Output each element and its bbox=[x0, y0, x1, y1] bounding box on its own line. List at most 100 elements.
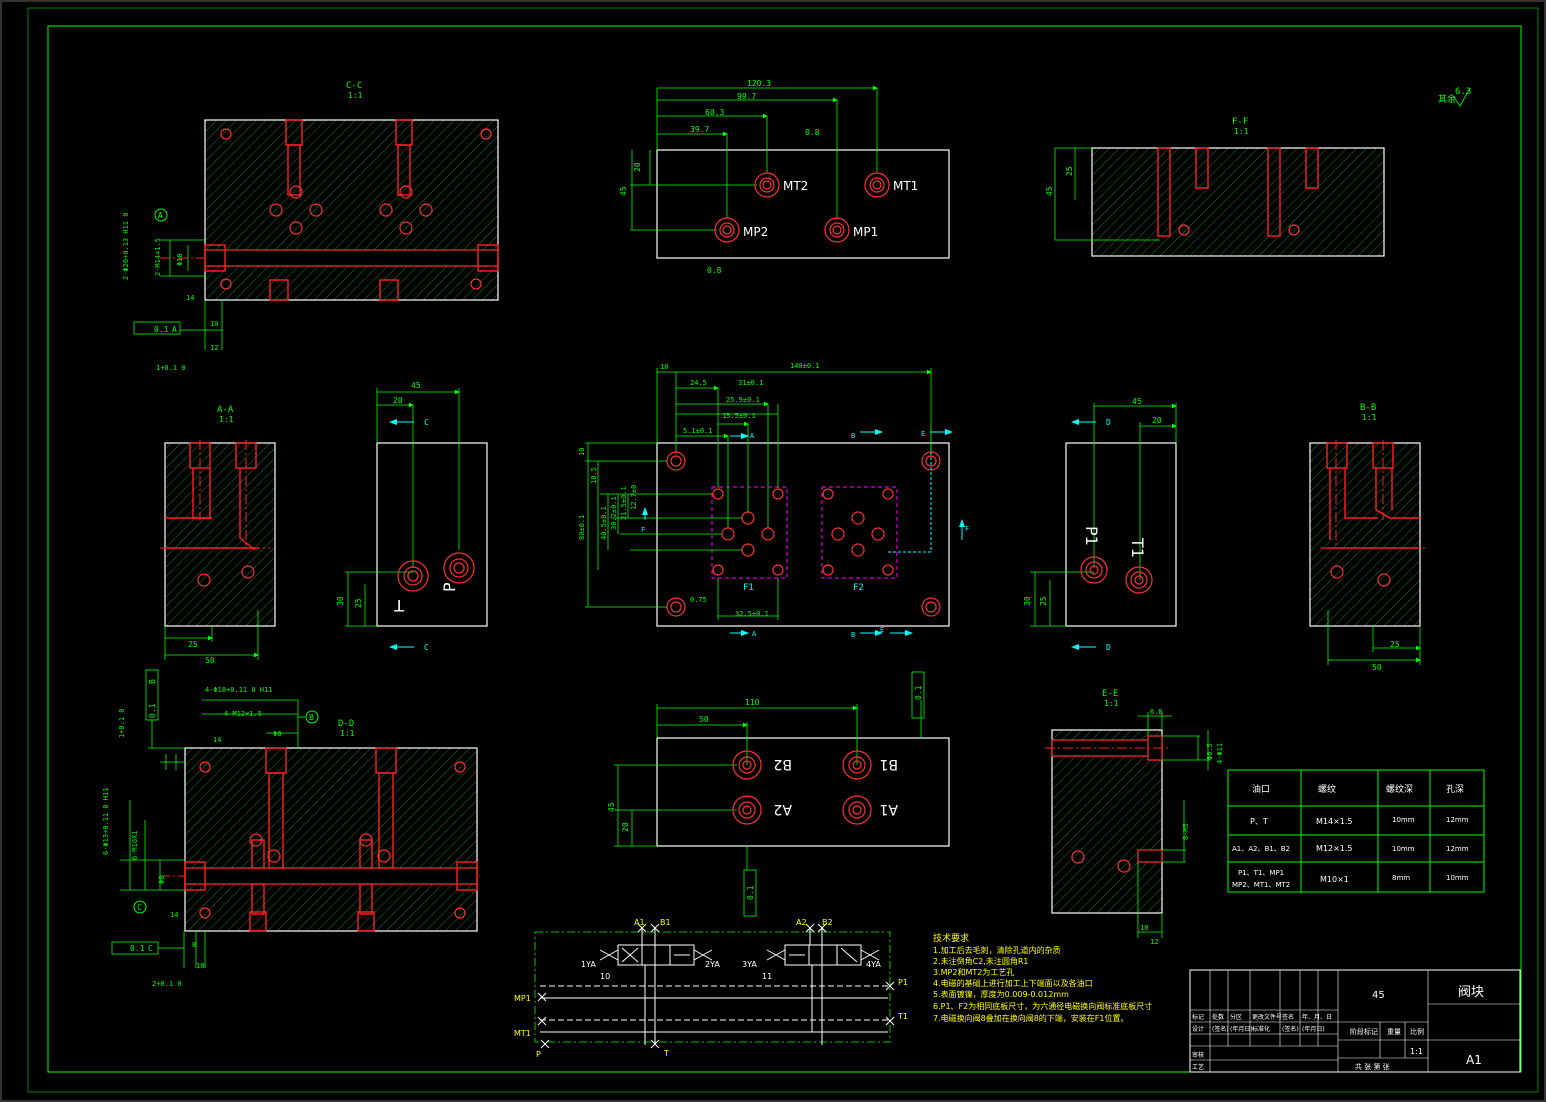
svg-text:15.5±0.1: 15.5±0.1 bbox=[722, 412, 756, 420]
table-header-thread-depth: 螺纹深 bbox=[1386, 783, 1413, 795]
svg-text:6-M10X1: 6-M10X1 bbox=[131, 830, 139, 860]
svg-text:0.1: 0.1 bbox=[130, 944, 145, 953]
svg-text:Φ6.5: Φ6.5 bbox=[1206, 743, 1214, 760]
svg-text:10: 10 bbox=[210, 320, 218, 328]
table-header-port: 油口 bbox=[1252, 783, 1270, 795]
port-label-b2: B2 bbox=[773, 756, 792, 772]
svg-text:39.7: 39.7 bbox=[690, 125, 709, 134]
svg-text:2-M14×1.5: 2-M14×1.5 bbox=[154, 238, 162, 276]
svg-text:12mm: 12mm bbox=[1446, 816, 1469, 824]
svg-text:31±0.1: 31±0.1 bbox=[738, 379, 763, 387]
svg-text:MT1: MT1 bbox=[514, 1029, 531, 1038]
svg-text:其余: 其余 bbox=[1438, 93, 1456, 105]
svg-text:1+0.1 0: 1+0.1 0 bbox=[156, 364, 186, 372]
port-label-mt1: MT1 bbox=[893, 179, 918, 193]
svg-text:B: B bbox=[851, 631, 855, 639]
svg-text:21.5±0.1: 21.5±0.1 bbox=[620, 486, 628, 520]
svg-text:重量: 重量 bbox=[1387, 1028, 1401, 1036]
svg-text:10mm: 10mm bbox=[1392, 845, 1415, 853]
svg-text:0.1: 0.1 bbox=[148, 703, 157, 718]
svg-text:比例: 比例 bbox=[1410, 1027, 1424, 1036]
svg-text:25: 25 bbox=[1390, 640, 1400, 649]
svg-text:A-A: A-A bbox=[217, 405, 234, 415]
svg-text:A1: A1 bbox=[634, 918, 645, 927]
svg-text:0.8: 0.8 bbox=[707, 266, 722, 275]
svg-text:25: 25 bbox=[354, 598, 363, 608]
svg-text:8: 8 bbox=[192, 941, 196, 949]
port-label-t1: T1 bbox=[1128, 537, 1147, 558]
svg-text:1+0.1 0: 1+0.1 0 bbox=[118, 708, 126, 738]
pad-label-f2: F2 bbox=[853, 583, 864, 593]
svg-text:标记: 标记 bbox=[1192, 1013, 1204, 1021]
title-block: 45 阀块 A1 1:1 标记 处数 分区 更改文件号 签名 年、月、日 设计 … bbox=[1189, 969, 1521, 1073]
svg-text:14: 14 bbox=[170, 911, 178, 919]
svg-text:1:1: 1:1 bbox=[1104, 699, 1119, 708]
svg-text:4-M12×1.5: 4-M12×1.5 bbox=[224, 710, 262, 718]
port-label-p1: P1 bbox=[1082, 526, 1101, 546]
svg-text:A: A bbox=[750, 432, 755, 440]
svg-text:F: F bbox=[965, 525, 969, 533]
svg-text:更改文件号: 更改文件号 bbox=[1252, 1013, 1282, 1021]
svg-text:(年月日): (年月日) bbox=[1230, 1025, 1253, 1033]
svg-text:7.电磁换向阀8叠加在换向阀8的下端，安装在F1位置。: 7.电磁换向阀8叠加在换向阀8的下端，安装在F1位置。 bbox=[933, 1013, 1129, 1023]
svg-text:8mm: 8mm bbox=[1392, 874, 1410, 882]
svg-text:3.MP2和MT2为工艺孔: 3.MP2和MT2为工艺孔 bbox=[933, 967, 1014, 977]
svg-text:1:1: 1:1 bbox=[219, 415, 234, 424]
svg-text:8-M5: 8-M5 bbox=[1182, 823, 1190, 840]
svg-text:E: E bbox=[880, 626, 884, 634]
svg-text:30: 30 bbox=[336, 596, 345, 606]
svg-text:C: C bbox=[148, 944, 153, 953]
svg-text:1.加工后去毛刺，清除孔道内的杂质: 1.加工后去毛刺，清除孔道内的杂质 bbox=[933, 945, 1061, 955]
svg-text:10: 10 bbox=[196, 962, 204, 970]
view-ff: F-F 1:1 45 25 bbox=[1045, 117, 1385, 257]
svg-text:10mm: 10mm bbox=[1392, 816, 1415, 824]
svg-text:6.8: 6.8 bbox=[1150, 708, 1163, 716]
port-label-mp2: MP2 bbox=[743, 225, 768, 239]
svg-text:P1、T1、MP1: P1、T1、MP1 bbox=[1238, 869, 1284, 877]
svg-text:T: T bbox=[663, 1049, 669, 1058]
port-label-mt2: MT2 bbox=[783, 179, 808, 193]
svg-text:20: 20 bbox=[1152, 416, 1162, 425]
svg-text:4-Φ11: 4-Φ11 bbox=[1216, 743, 1224, 764]
svg-text:2YA: 2YA bbox=[705, 960, 720, 969]
svg-text:(签名): (签名) bbox=[1282, 1025, 1299, 1033]
svg-text:A: A bbox=[752, 630, 757, 638]
notes-title: 技术要求 bbox=[933, 932, 969, 944]
port-label-t: T bbox=[394, 596, 405, 615]
svg-text:24.5: 24.5 bbox=[690, 379, 707, 387]
svg-text:12mm: 12mm bbox=[1446, 845, 1469, 853]
svg-text:工艺: 工艺 bbox=[1192, 1063, 1204, 1071]
svg-text:14: 14 bbox=[186, 294, 194, 302]
svg-text:B: B bbox=[148, 679, 157, 684]
svg-text:P、T: P、T bbox=[1250, 817, 1268, 826]
svg-text:D: D bbox=[1106, 418, 1111, 427]
svg-text:140±0.1: 140±0.1 bbox=[790, 362, 820, 370]
svg-text:Φ10: Φ10 bbox=[176, 253, 184, 266]
view-top: 120.3 99.7 60.3 39.7 20 45 0.8 0.8 MT2 M… bbox=[619, 79, 950, 275]
svg-text:0.1: 0.1 bbox=[154, 325, 169, 334]
svg-text:P: P bbox=[536, 1050, 541, 1059]
svg-text:0.1: 0.1 bbox=[746, 885, 755, 900]
svg-text:6.P1、F2为相同底板尺寸，为六通径电磁换向阀标准底板尺寸: 6.P1、F2为相同底板尺寸，为六通径电磁换向阀标准底板尺寸 bbox=[933, 1001, 1152, 1011]
svg-text:12.7±0: 12.7±0 bbox=[630, 485, 638, 510]
port-label-a1: A1 bbox=[880, 801, 898, 817]
view-cc: C-C 1:1 A 2-Φ20+0.13 H11 0 2-M14×1.5 Φ10… bbox=[122, 81, 500, 372]
svg-text:10: 10 bbox=[578, 448, 586, 456]
port-label-mp1: MP1 bbox=[853, 225, 878, 239]
svg-text:10: 10 bbox=[600, 972, 610, 981]
svg-text:45: 45 bbox=[1132, 397, 1142, 406]
svg-text:M12×1.5: M12×1.5 bbox=[1316, 844, 1353, 853]
svg-text:签名: 签名 bbox=[1282, 1013, 1294, 1021]
svg-text:5.1±0.1: 5.1±0.1 bbox=[683, 427, 713, 435]
svg-text:标准化: 标准化 bbox=[1252, 1025, 1270, 1033]
svg-text:(签名): (签名) bbox=[1212, 1025, 1229, 1033]
svg-text:MP1: MP1 bbox=[514, 994, 531, 1003]
svg-text:A: A bbox=[158, 211, 163, 220]
svg-text:12: 12 bbox=[210, 344, 218, 352]
top-body bbox=[656, 149, 950, 259]
cad-drawing-canvas: 其余 6.3 C-C 1:1 A 2-Φ20+0.13 H11 0 2-M14×… bbox=[0, 0, 1546, 1102]
svg-text:C: C bbox=[424, 643, 429, 652]
svg-text:40.5±0.1: 40.5±0.1 bbox=[600, 506, 608, 540]
svg-text:M14×1.5: M14×1.5 bbox=[1316, 817, 1353, 826]
svg-text:3YA: 3YA bbox=[742, 960, 757, 969]
